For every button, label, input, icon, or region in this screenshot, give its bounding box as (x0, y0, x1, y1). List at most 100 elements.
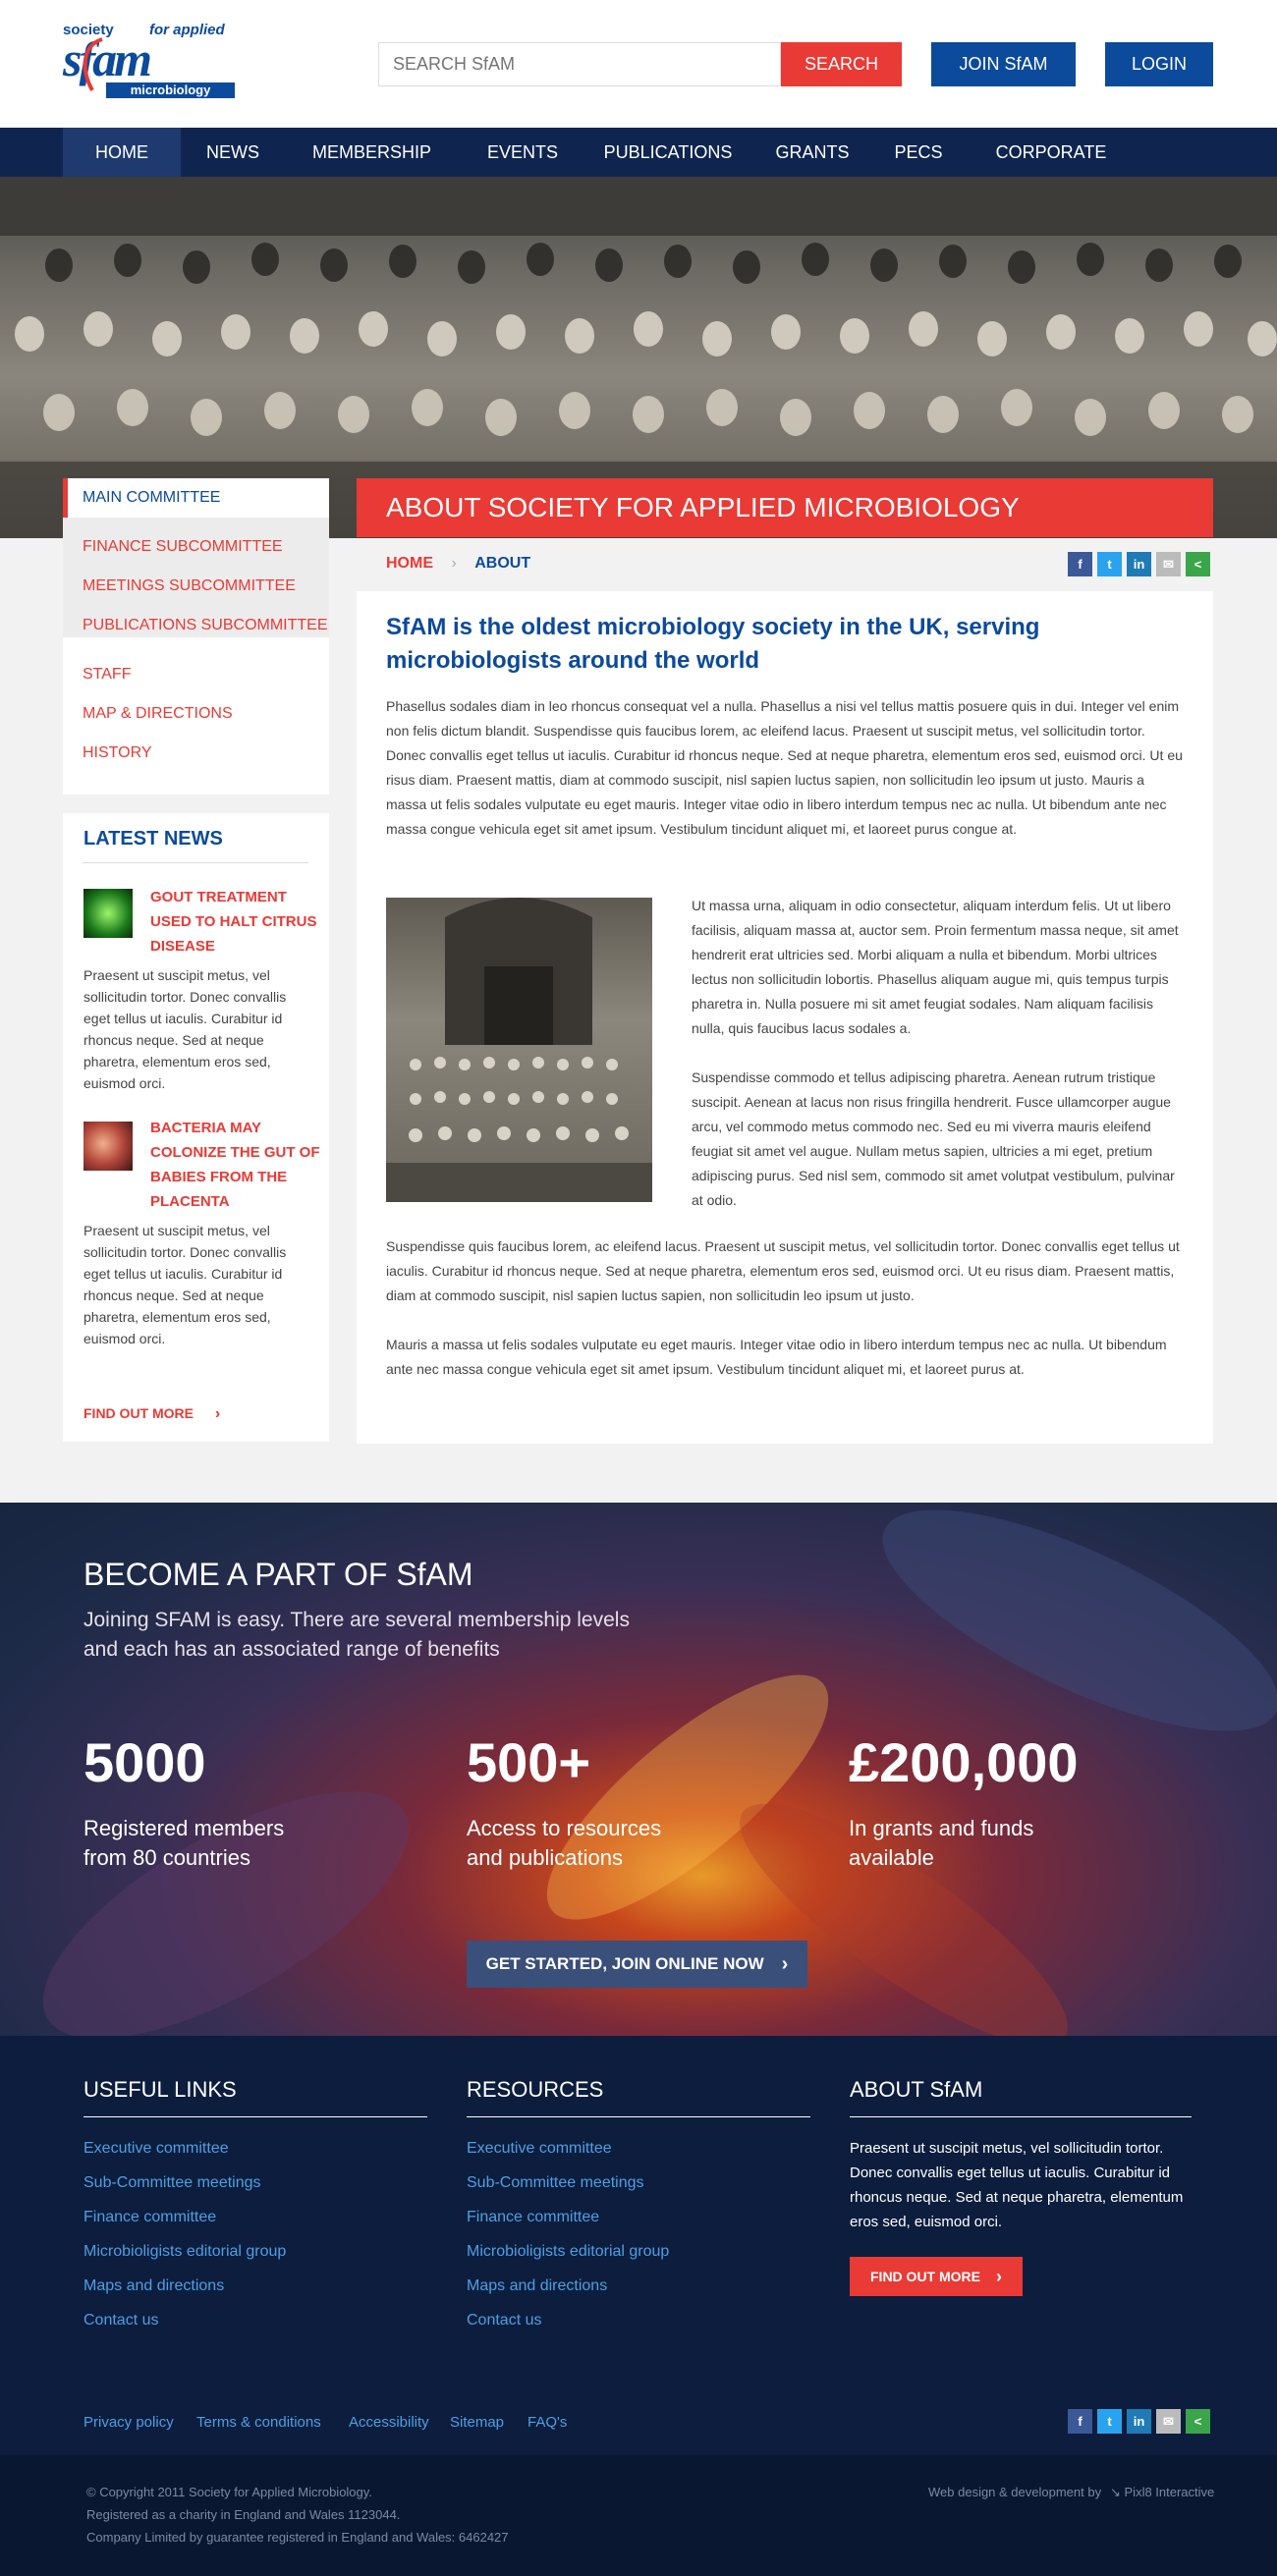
news-thumbnail-baby[interactable] (83, 1122, 133, 1171)
latest-news-title: LATEST NEWS (83, 828, 223, 850)
stat-label-line: Access to resources (467, 1816, 662, 1840)
footer-link[interactable]: Contact us (83, 2312, 158, 2329)
news-item-title-2-line: BACTERIA MAY (150, 1120, 262, 1136)
stat-label-line: and publications (467, 1845, 624, 1870)
stat-value-resources: 500+ (467, 1731, 591, 1793)
email-icon[interactable]: ✉ (1156, 552, 1181, 576)
footer-bottom-link[interactable]: Terms & conditions (196, 2414, 321, 2431)
footer-bottom-link[interactable]: Accessibility (349, 2414, 429, 2431)
footer-link[interactable]: Maps and directions (83, 2277, 224, 2295)
news-item-title-1-line: USED TO HALT CITRUS (150, 913, 317, 930)
footer-divider (83, 2116, 427, 2117)
login-button[interactable]: LOGIN (1105, 42, 1213, 86)
footer-find-out-more-button[interactable]: FIND OUT MORE › (850, 2257, 1023, 2296)
stat-label-line: from 80 countries (83, 1845, 250, 1870)
footer-find-out-more-label: FIND OUT MORE (870, 2269, 980, 2284)
nav-item-corporate[interactable]: CORPORATE (982, 128, 1120, 177)
copyright-line-2: Registered as a charity in England and W… (86, 2507, 401, 2522)
facebook-icon[interactable]: f (1068, 552, 1092, 576)
footer-link[interactable]: Sub-Committee meetings (83, 2174, 261, 2192)
linkedin-icon[interactable]: in (1127, 552, 1151, 576)
nav-item-grants[interactable]: GRANTS (762, 128, 862, 177)
content-paragraph-1: Phasellus sodales diam in leo rhoncus co… (386, 698, 1183, 837)
content-paragraph-2: Ut massa urna, aliquam in odio consectet… (692, 898, 1179, 1036)
facebook-icon[interactable]: f (1068, 2409, 1092, 2434)
footer-link[interactable]: Contact us (467, 2312, 541, 2329)
footer-link[interactable]: Sub-Committee meetings (467, 2174, 644, 2192)
footer-bottom-link[interactable]: FAQ's (527, 2414, 567, 2431)
footer-divider (467, 2116, 810, 2117)
share-icon[interactable]: < (1186, 552, 1210, 576)
news-item-title-2[interactable]: BACTERIA MAY COLONIZE THE GUT OF BABIES … (150, 1116, 322, 1214)
site-footer: USEFUL LINKS Executive committee Sub-Com… (0, 2036, 1277, 2456)
twitter-icon[interactable]: t (1097, 2409, 1122, 2434)
sidebar-item-history[interactable]: HISTORY (63, 734, 329, 773)
footer-divider (850, 2116, 1192, 2117)
credit-text: Web design & development by (928, 2485, 1102, 2499)
footer-link[interactable]: Maps and directions (467, 2277, 607, 2295)
sidebar-menu: MAIN COMMITTEE FINANCE SUBCOMMITTEE MEET… (63, 478, 329, 795)
sidebar-item-map-directions[interactable]: MAP & DIRECTIONS (63, 694, 329, 734)
news-item-title-1[interactable]: GOUT TREATMENT USED TO HALT CITRUS DISEA… (150, 885, 317, 959)
nav-item-home[interactable]: HOME (63, 128, 181, 177)
news-thumbnail-citrus[interactable] (83, 889, 133, 938)
stat-value-grants: £200,000 (849, 1731, 1079, 1793)
copyright-line-1: © Copyright 2011 Society for Applied Mic… (86, 2485, 372, 2499)
footer-link[interactable]: Microbioligists editorial group (83, 2243, 286, 2261)
join-online-button[interactable]: GET STARTED, JOIN ONLINE NOW › (467, 1941, 807, 1988)
news-divider (83, 862, 308, 863)
sidebar-item-finance-subcommittee[interactable]: FINANCE SUBCOMMITTEE (63, 527, 329, 567)
footer-link[interactable]: Finance committee (83, 2209, 216, 2226)
copyright-bar: © Copyright 2011 Society for Applied Mic… (0, 2455, 1277, 2576)
news-item-title-2-line: BABIES FROM THE (150, 1169, 288, 1185)
breadcrumb-home[interactable]: HOME (386, 555, 433, 572)
content-heading: SfAM is the oldest microbiology society … (386, 614, 1040, 674)
nav-item-membership[interactable]: MEMBERSHIP (301, 128, 443, 177)
stat-label-grants: In grants and funds available (849, 1814, 1033, 1873)
search-input[interactable] (378, 42, 781, 86)
history-photo-illustration (386, 898, 652, 1202)
news-item-title-1-line: DISEASE (150, 938, 215, 955)
sidebar-item-meetings-subcommittee[interactable]: MEETINGS SUBCOMMITTEE (63, 567, 329, 606)
footer-link[interactable]: Executive committee (467, 2140, 612, 2158)
search-button[interactable]: SEARCH (781, 42, 902, 86)
nav-item-news[interactable]: NEWS (191, 128, 275, 177)
sidebar-item-staff[interactable]: STAFF (63, 655, 329, 694)
footer-bottom-link[interactable]: Privacy policy (83, 2414, 174, 2431)
logo-microbiology-bar: microbiology (106, 82, 235, 98)
stat-value-members: 5000 (83, 1731, 206, 1793)
stat-label-line: Registered members (83, 1816, 285, 1840)
breadcrumb: HOME › ABOUT (386, 555, 530, 575)
join-online-label: GET STARTED, JOIN ONLINE NOW (485, 1954, 764, 1973)
footer-about-title: ABOUT SfAM (850, 2077, 983, 2102)
chevron-right-icon: › (781, 1952, 789, 1975)
logo-swoosh-icon (83, 37, 103, 91)
sidebar-item-main-committee[interactable]: MAIN COMMITTEE (63, 478, 329, 518)
sidebar-item-publications-subcommittee[interactable]: PUBLICATIONS SUBCOMMITTEE (63, 606, 329, 645)
chevron-right-icon: › (214, 1405, 221, 1422)
credit-link[interactable]: ↘ Pixl8 Interactive (1110, 2485, 1214, 2500)
content-paragraph-5: Mauris a massa ut felis sodales vulputat… (386, 1337, 1167, 1377)
news-item-body-1: Praesent ut suscipit metus, vel sollicit… (83, 967, 287, 1091)
nav-item-pecs[interactable]: PECS (880, 128, 957, 177)
twitter-icon[interactable]: t (1097, 552, 1122, 576)
footer-useful-links-title: USEFUL LINKS (83, 2077, 237, 2102)
join-title: BECOME A PART OF SfAM (83, 1557, 473, 1592)
footer-link[interactable]: Finance committee (467, 2209, 599, 2226)
footer-link[interactable]: Executive committee (83, 2140, 229, 2158)
join-button[interactable]: JOIN SfAM (931, 42, 1076, 86)
share-icon[interactable]: < (1186, 2409, 1210, 2434)
footer-link[interactable]: Microbioligists editorial group (467, 2243, 669, 2261)
news-item-body-2: Praesent ut suscipit metus, vel sollicit… (83, 1223, 287, 1346)
nav-item-events[interactable]: EVENTS (468, 128, 578, 177)
logo-microbiology-text: microbiology (130, 82, 211, 97)
content-paragraph-4: Suspendisse quis faucibus lorem, ac elei… (386, 1238, 1180, 1303)
chevron-right-icon: › (996, 2266, 1002, 2286)
nav-item-publications[interactable]: PUBLICATIONS (595, 128, 741, 177)
email-icon[interactable]: ✉ (1156, 2409, 1181, 2434)
linkedin-icon[interactable]: in (1127, 2409, 1151, 2434)
news-find-out-more-link[interactable]: FIND OUT MORE › (83, 1405, 220, 1423)
footer-bottom-link[interactable]: Sitemap (450, 2414, 504, 2431)
main-content: SfAM is the oldest microbiology society … (357, 591, 1213, 1444)
sfam-logo[interactable]: society for applied sfam microbiology (63, 22, 235, 98)
